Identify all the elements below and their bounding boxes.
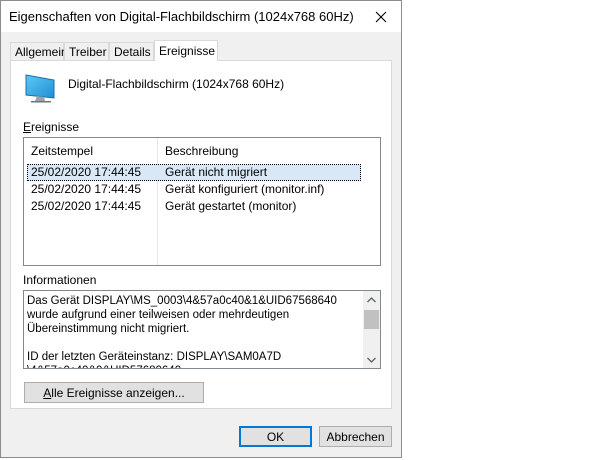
event-row[interactable]: 25/02/2020 17:44:45 Gerät gestartet (mon… (24, 198, 380, 215)
chevron-up-icon (367, 296, 376, 302)
event-row[interactable]: 25/02/2020 17:44:45 Gerät konfiguriert (… (24, 181, 380, 198)
scroll-up-button[interactable] (363, 291, 380, 308)
event-timestamp: 25/02/2020 17:44:45 (31, 199, 142, 213)
events-tab-panel: Digital-Flachbildschirm (1024x768 60Hz) … (10, 60, 392, 409)
ok-button[interactable]: OK (239, 426, 312, 447)
info-paragraph: Das Gerät DISPLAY\MS_0003\4&57a0c40&1&UI… (27, 295, 337, 335)
events-section-label: Ereignisse (23, 120, 80, 134)
window-title: Eigenschaften von Digital-Flachbildschir… (9, 9, 354, 24)
properties-dialog: Eigenschaften von Digital-Flachbildschir… (0, 0, 402, 458)
close-icon (375, 11, 387, 22)
info-section-label: Informationen (23, 273, 97, 287)
monitor-icon (25, 74, 55, 103)
chevron-down-icon (367, 357, 376, 363)
info-paragraph: ID der letzten Geräteinstanz: DISPLAY\SA… (27, 351, 282, 368)
column-header-description[interactable]: Beschreibung (158, 138, 378, 161)
device-name: Digital-Flachbildschirm (1024x768 60Hz) (68, 77, 285, 91)
event-timestamp: 25/02/2020 17:44:45 (31, 165, 142, 179)
scroll-down-button[interactable] (363, 351, 380, 368)
event-description: Gerät konfiguriert (monitor.inf) (165, 182, 325, 196)
show-all-events-button[interactable]: Alle Ereignisse anzeigen... (24, 382, 204, 403)
tab-ereignisse[interactable]: Ereignisse (154, 40, 218, 61)
info-scrollbar[interactable] (363, 291, 380, 368)
column-header-timestamp[interactable]: Zeitstempel (24, 138, 157, 161)
event-description: Gerät nicht migriert (165, 165, 268, 179)
close-button[interactable] (361, 1, 401, 32)
tab-details[interactable]: Details (109, 42, 154, 60)
event-description: Gerät gestartet (monitor) (165, 199, 297, 213)
tab-allgemein[interactable]: Allgemein (10, 42, 68, 60)
info-text: Das Gerät DISPLAY\MS_0003\4&57a0c40&1&UI… (27, 294, 359, 368)
tab-treiber[interactable]: Treiber (64, 42, 109, 60)
info-textbox[interactable]: Das Gerät DISPLAY\MS_0003\4&57a0c40&1&UI… (23, 290, 381, 369)
events-list[interactable]: Zeitstempel Beschreibung 25/02/2020 17:4… (23, 137, 381, 266)
cancel-button[interactable]: Abbrechen (319, 426, 392, 447)
event-row[interactable]: 25/02/2020 17:44:45 Gerät nicht migriert (24, 164, 380, 181)
event-timestamp: 25/02/2020 17:44:45 (31, 182, 142, 196)
title-bar[interactable]: Eigenschaften von Digital-Flachbildschir… (1, 1, 401, 32)
scroll-thumb[interactable] (364, 310, 379, 329)
